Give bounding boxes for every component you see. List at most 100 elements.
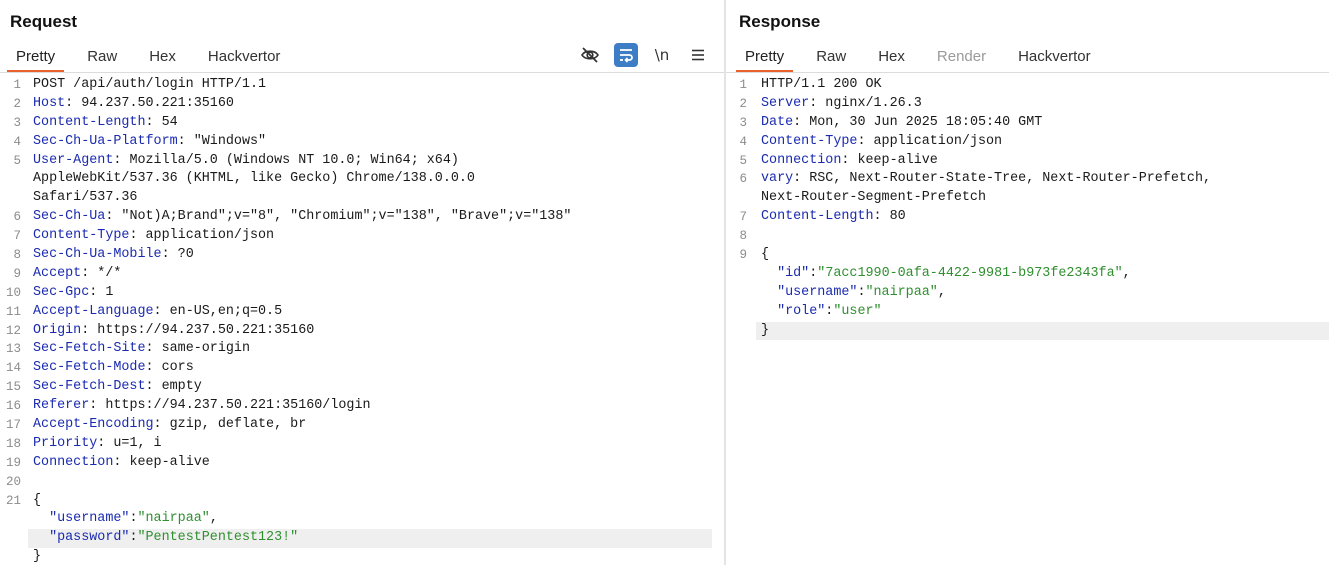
code-line: 11 Accept-Language: en-US,en;q=0.5 [0,303,724,322]
json-close-brace: } [761,322,770,338]
line-number: 8 [13,248,21,263]
header-value: gzip, deflate, br [161,417,307,433]
header-value: nginx/1.26.3 [817,95,922,111]
code-line: 17 Accept-Encoding: gzip, deflate, br [0,416,724,435]
code-line: 8 [726,227,1329,246]
newline-toggle[interactable]: \n [650,43,674,67]
json-comma: , [937,284,946,300]
line-content: Content-Type: application/json [33,227,274,246]
hide-eye-off-icon[interactable] [578,43,602,67]
json-close-brace: } [33,549,42,565]
code-line: 5 Connection: keep-alive [726,152,1329,171]
header-value: keep-alive [849,152,938,168]
json-string: "user" [833,303,882,319]
code-line: 6 vary: RSC, Next-Router-State-Tree, Next… [726,170,1329,189]
header-value: https://94.237.50.221:35160 [89,322,315,338]
line-content: Priority: u=1, i [33,435,162,454]
line-content: "password":"PentestPentest123!" [33,529,298,548]
line-number: 13 [5,342,21,357]
header-colon: : [153,417,162,433]
header-name: Sec-Fetch-Mode [33,360,146,376]
request-editor[interactable]: 1 POST /api/auth/login HTTP/1.1 2 Host: 94.… [0,76,724,565]
code-line: 7 Content-Type: application/json [0,227,724,246]
response-tab-pretty[interactable]: Pretty [736,46,794,72]
header-value: RSC, Next-Router-State-Tree, Next-Router… [801,171,1212,187]
line-content: Referer: https://94.237.50.221:35160/log… [33,397,371,416]
code-line: 20 [0,473,724,492]
line-number: 3 [13,115,21,130]
header-name: Content-Length [33,114,146,130]
header-value: ?0 [169,247,194,263]
code-line: 19 Connection: keep-alive [0,454,724,473]
request-tab-hackvertor[interactable]: Hackvertor [199,46,290,70]
request-tab-hex[interactable]: Hex [140,46,185,70]
raw-text: Next-Router-Segment-Prefetch [761,190,986,206]
json-string: "PentestPentest123!" [137,530,299,546]
request-tab-raw[interactable]: Raw [78,46,126,70]
header-value: Mozilla/5.0 (Windows NT 10.0; Win64; x64… [121,152,459,168]
raw-text: { [33,492,42,508]
header-value: keep-alive [121,454,210,470]
line-content: vary: RSC, Next-Router-State-Tree, Next-… [761,170,1211,189]
line-number: 21 [5,493,21,508]
header-colon: : [793,114,802,130]
line-content: Date: Mon, 30 Jun 2025 18:05:40 GMT [761,114,1042,133]
line-content: Content-Length: 80 [761,208,906,227]
line-content: AppleWebKit/537.36 (KHTML, like Gecko) C… [33,170,475,189]
header-value: application/json [137,228,275,244]
request-tab-pretty[interactable]: Pretty [7,46,65,72]
code-line: 9{ [726,246,1329,265]
header-name: Connection [33,454,114,470]
header-value: same-origin [153,341,250,357]
code-line: } [756,321,1329,341]
line-content: Safari/537.36 [33,189,137,208]
header-value: u=1, i [105,435,162,451]
line-number: 6 [13,210,21,225]
code-line: 16 Referer: https://94.237.50.221:35160/l… [0,397,724,416]
line-content: POST /api/auth/login HTTP/1.1 [33,76,266,95]
response-tab-render[interactable]: Render [928,46,995,70]
response-tab-hackvertor[interactable]: Hackvertor [1009,46,1100,70]
header-name: Origin [33,322,82,338]
menu-icon[interactable] [686,43,710,67]
header-colon: : [145,341,154,357]
header-value: "Not)A;Brand";v="8", "Chromium";v="138",… [113,209,572,225]
response-tabs-divider [726,72,1329,73]
code-line: 6 Sec-Ch-Ua: "Not)A;Brand";v="8", "Chromi… [0,208,724,227]
line-number: 4 [13,134,21,149]
response-tab-raw[interactable]: Raw [807,46,855,70]
line-number: 16 [5,399,21,414]
header-value: empty [153,379,202,395]
line-number: 6 [739,172,747,187]
code-line: 14 Sec-Fetch-Mode: cors [0,359,724,378]
line-number: 18 [5,436,21,451]
header-name: Sec-Ch-Ua [33,209,106,225]
raw-text: POST /api/auth/login HTTP/1.1 [33,77,267,92]
line-number: 14 [5,361,21,376]
header-value: 1 [97,284,114,300]
line-number: 7 [13,229,21,244]
line-number: 2 [739,96,747,111]
header-name: Date [761,114,794,130]
word-wrap-icon[interactable] [614,43,638,67]
line-content: Host: 94.237.50.221:35160 [33,95,234,114]
code-line: "username":"nairpaa", [0,510,724,529]
code-line: 18 Priority: u=1, i [0,435,724,454]
code-line: "id":"7acc1990-0afa-4422-9981-b973fe2343… [726,265,1329,284]
line-content: Sec-Ch-Ua: "Not)A;Brand";v="8", "Chromiu… [33,208,571,227]
code-line: 8 Sec-Ch-Ua-Mobile: ?0 [0,246,724,265]
line-content: Connection: keep-alive [761,152,938,171]
header-name: Server [761,95,810,111]
header-name: Sec-Ch-Ua-Mobile [33,247,162,263]
header-colon: : [145,379,154,395]
header-name: Accept-Encoding [33,417,154,433]
code-line: "password":"PentestPentest123!" [28,529,712,549]
response-tab-hex[interactable]: Hex [869,46,914,70]
header-name: Sec-Fetch-Dest [33,379,146,395]
code-line: "role":"user" [726,303,1329,322]
response-editor[interactable]: 1 HTTP/1.1 200 OK 2 Server: nginx/1.26.3 3 Da… [726,76,1329,565]
line-content: Sec-Fetch-Mode: cors [33,359,194,378]
response-tabs: Pretty Raw Hex Render Hackvertor [736,46,1114,72]
